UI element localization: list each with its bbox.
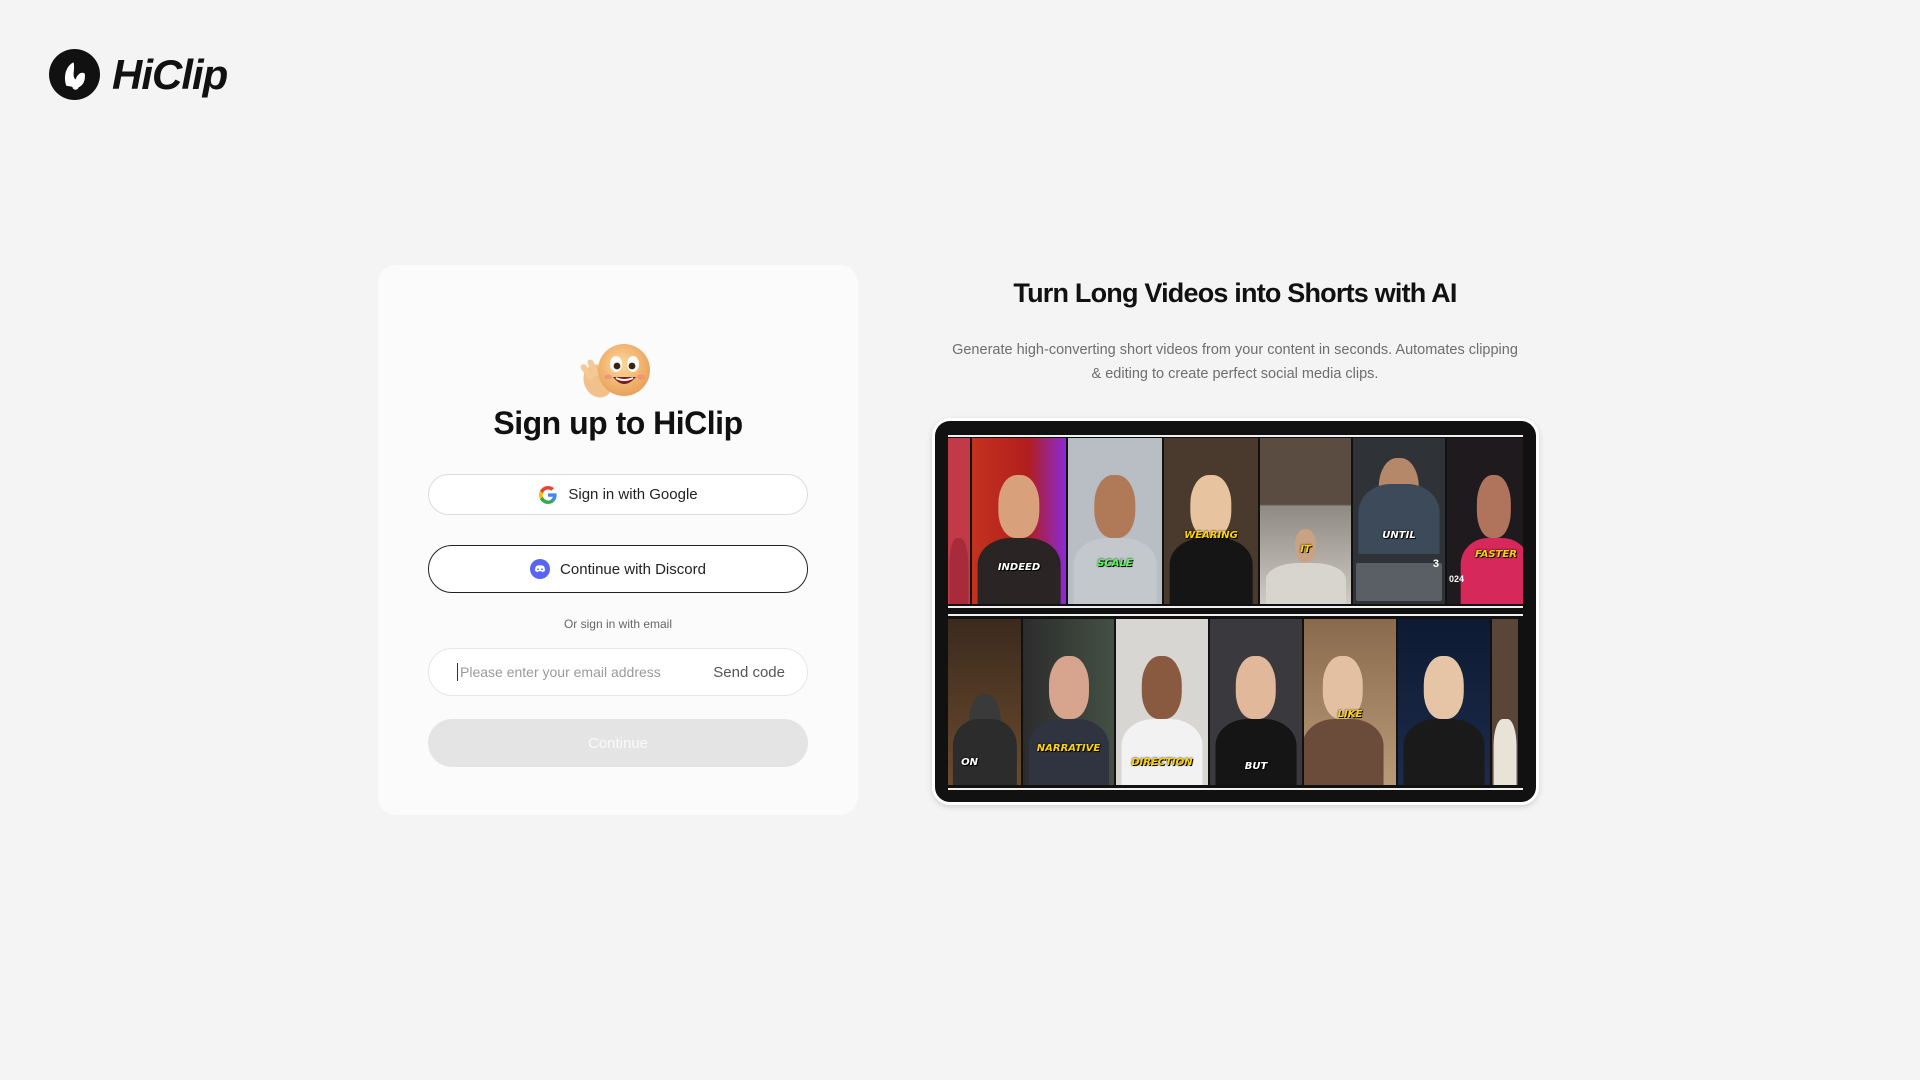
clip-thumbnail: LIKE — [1304, 619, 1396, 785]
waving-emoji-icon — [580, 344, 650, 398]
clip-thumbnail — [1492, 619, 1518, 785]
clip-thumbnail: UNTIL 3 — [1353, 438, 1445, 604]
clip-thumbnail: DIRECTION — [1116, 619, 1208, 785]
discord-continue-button[interactable]: Continue with Discord — [428, 545, 808, 593]
overlay-count: 3 — [1432, 558, 1439, 570]
continue-button[interactable]: Continue — [428, 719, 808, 767]
email-input[interactable] — [457, 663, 714, 681]
clip-thumbnail: BUT — [1210, 619, 1302, 785]
clip-thumbnail: INDEED — [972, 438, 1066, 604]
signup-title: Sign up to HiClip — [493, 405, 743, 441]
clip-thumbnail: NARRATIVE — [1023, 619, 1114, 785]
clip-thumbnail: ON — [948, 619, 1021, 785]
promo-description: Generate high-converting short videos fr… — [952, 342, 1518, 382]
divider-line — [948, 614, 1523, 616]
clips-row-top: INDEED SCALE WEARING IT UNTIL 3 FASTER 0… — [948, 438, 1523, 604]
clip-thumbnail — [1398, 619, 1490, 785]
clips-row-bottom: ON NARRATIVE DIRECTION BUT LIKE — [948, 619, 1523, 785]
signup-card: Sign up to HiClip Sign in with Google Co… — [378, 265, 858, 815]
divider-line — [948, 606, 1523, 608]
send-code-button[interactable]: Send code — [713, 664, 785, 681]
clip-thumbnail: SCALE — [1068, 438, 1162, 604]
clip-thumbnail — [948, 438, 970, 604]
email-field-group: Send code — [428, 648, 808, 696]
clip-thumbnail: WEARING — [1164, 438, 1258, 604]
google-signin-label: Sign in with Google — [568, 486, 698, 503]
logo[interactable]: HiClip — [49, 49, 228, 100]
hiclip-logo-icon — [49, 49, 100, 100]
logo-text: HiClip — [112, 50, 228, 98]
divider-line — [948, 788, 1523, 790]
video-clips-preview: INDEED SCALE WEARING IT UNTIL 3 FASTER 0… — [932, 418, 1539, 805]
discord-icon — [530, 559, 551, 579]
clip-thumbnail: FASTER 024 — [1447, 438, 1523, 604]
google-icon — [539, 485, 557, 504]
overlay-year: 024 — [1449, 574, 1465, 584]
discord-continue-label: Continue with Discord — [560, 560, 706, 578]
clip-thumbnail: IT — [1260, 438, 1351, 604]
divider-line — [948, 435, 1523, 437]
promo-title: Turn Long Videos into Shorts with AI — [1013, 278, 1457, 308]
email-divider-text: Or sign in with email — [563, 617, 673, 631]
google-signin-button[interactable]: Sign in with Google — [428, 474, 808, 515]
